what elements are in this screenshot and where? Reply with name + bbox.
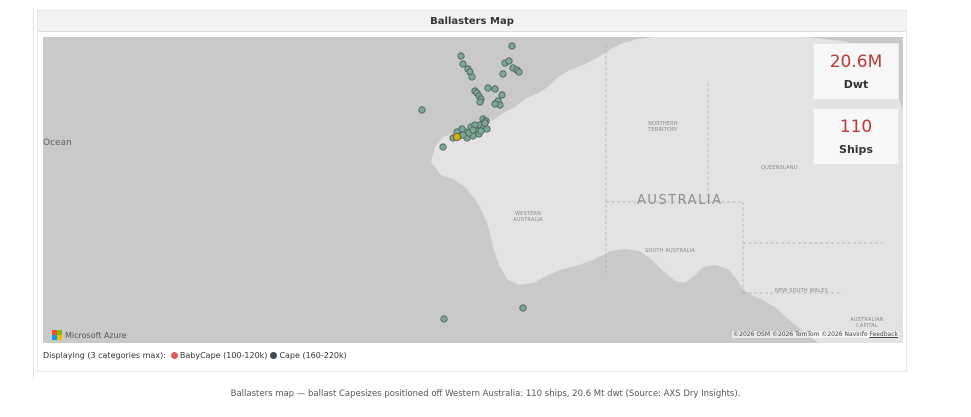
ship-marker[interactable] bbox=[505, 57, 513, 65]
visual-title: Ballasters Map bbox=[38, 11, 906, 32]
ship-marker[interactable] bbox=[476, 98, 484, 106]
ship-marker[interactable] bbox=[440, 315, 448, 323]
kpi-card-ships: 110 Ships bbox=[813, 108, 899, 165]
legend-item-cape[interactable]: Cape (160-220k) bbox=[270, 351, 347, 360]
legend-dot-icon bbox=[170, 352, 178, 359]
legend-dot-icon bbox=[270, 352, 278, 359]
attribution-text: ©2026 OSM ©2026 TomTom ©2026 Navinfo bbox=[733, 331, 868, 338]
provider-logo-text: Microsoft Azure bbox=[65, 330, 127, 340]
ship-markers-layer bbox=[418, 42, 527, 323]
map-legend: Displaying (3 categories max): BabyCape … bbox=[43, 351, 350, 360]
kpi-label-ships: Ships bbox=[839, 143, 873, 156]
map-attribution: ©2026 OSM ©2026 TomTom ©2026 Navinfo Fee… bbox=[732, 331, 899, 338]
legend-label: Cape (160-220k) bbox=[279, 351, 347, 360]
kpi-value-dwt: 20.6M bbox=[829, 52, 883, 72]
ship-marker[interactable] bbox=[515, 68, 523, 76]
ship-marker[interactable] bbox=[477, 127, 485, 135]
ship-marker[interactable] bbox=[439, 143, 447, 151]
report-frame-divider bbox=[33, 7, 34, 379]
legend-label: BabyCape (100-120k) bbox=[179, 351, 268, 360]
feedback-link[interactable]: Feedback bbox=[869, 331, 898, 338]
ship-marker[interactable] bbox=[484, 84, 492, 92]
ship-marker[interactable] bbox=[469, 126, 477, 134]
figure-caption: Ballasters map — ballast Capesizes posit… bbox=[230, 389, 741, 399]
kpi-card-dwt: 20.6M Dwt bbox=[813, 43, 899, 100]
ship-marker[interactable] bbox=[491, 100, 499, 108]
ship-marker[interactable] bbox=[481, 119, 489, 127]
ship-marker-highlighted[interactable] bbox=[452, 133, 461, 142]
ballasters-map-visual: Ballasters Map Ocean NORTHERN TERRITORY Q… bbox=[37, 10, 907, 372]
ship-marker[interactable] bbox=[508, 42, 516, 50]
kpi-value-ships: 110 bbox=[839, 117, 873, 137]
ship-marker[interactable] bbox=[459, 60, 467, 68]
ship-marker[interactable] bbox=[468, 73, 476, 81]
ship-marker[interactable] bbox=[499, 70, 507, 78]
ship-marker[interactable] bbox=[483, 125, 491, 133]
ship-marker[interactable] bbox=[498, 91, 506, 99]
kpi-label-dwt: Dwt bbox=[843, 78, 869, 91]
ship-marker[interactable] bbox=[457, 52, 465, 60]
map-canvas[interactable]: Ocean NORTHERN TERRITORY QUEENSLAND WESTE… bbox=[43, 37, 903, 343]
microsoft-azure-logo: Microsoft Azure bbox=[52, 330, 127, 340]
ship-marker[interactable] bbox=[491, 85, 499, 93]
ship-marker[interactable] bbox=[418, 106, 426, 114]
legend-item-babycape[interactable]: BabyCape (100-120k) bbox=[170, 351, 268, 360]
ship-marker[interactable] bbox=[519, 304, 527, 312]
microsoft-logo-icon bbox=[52, 330, 62, 340]
legend-title: Displaying (3 categories max): bbox=[43, 351, 166, 360]
